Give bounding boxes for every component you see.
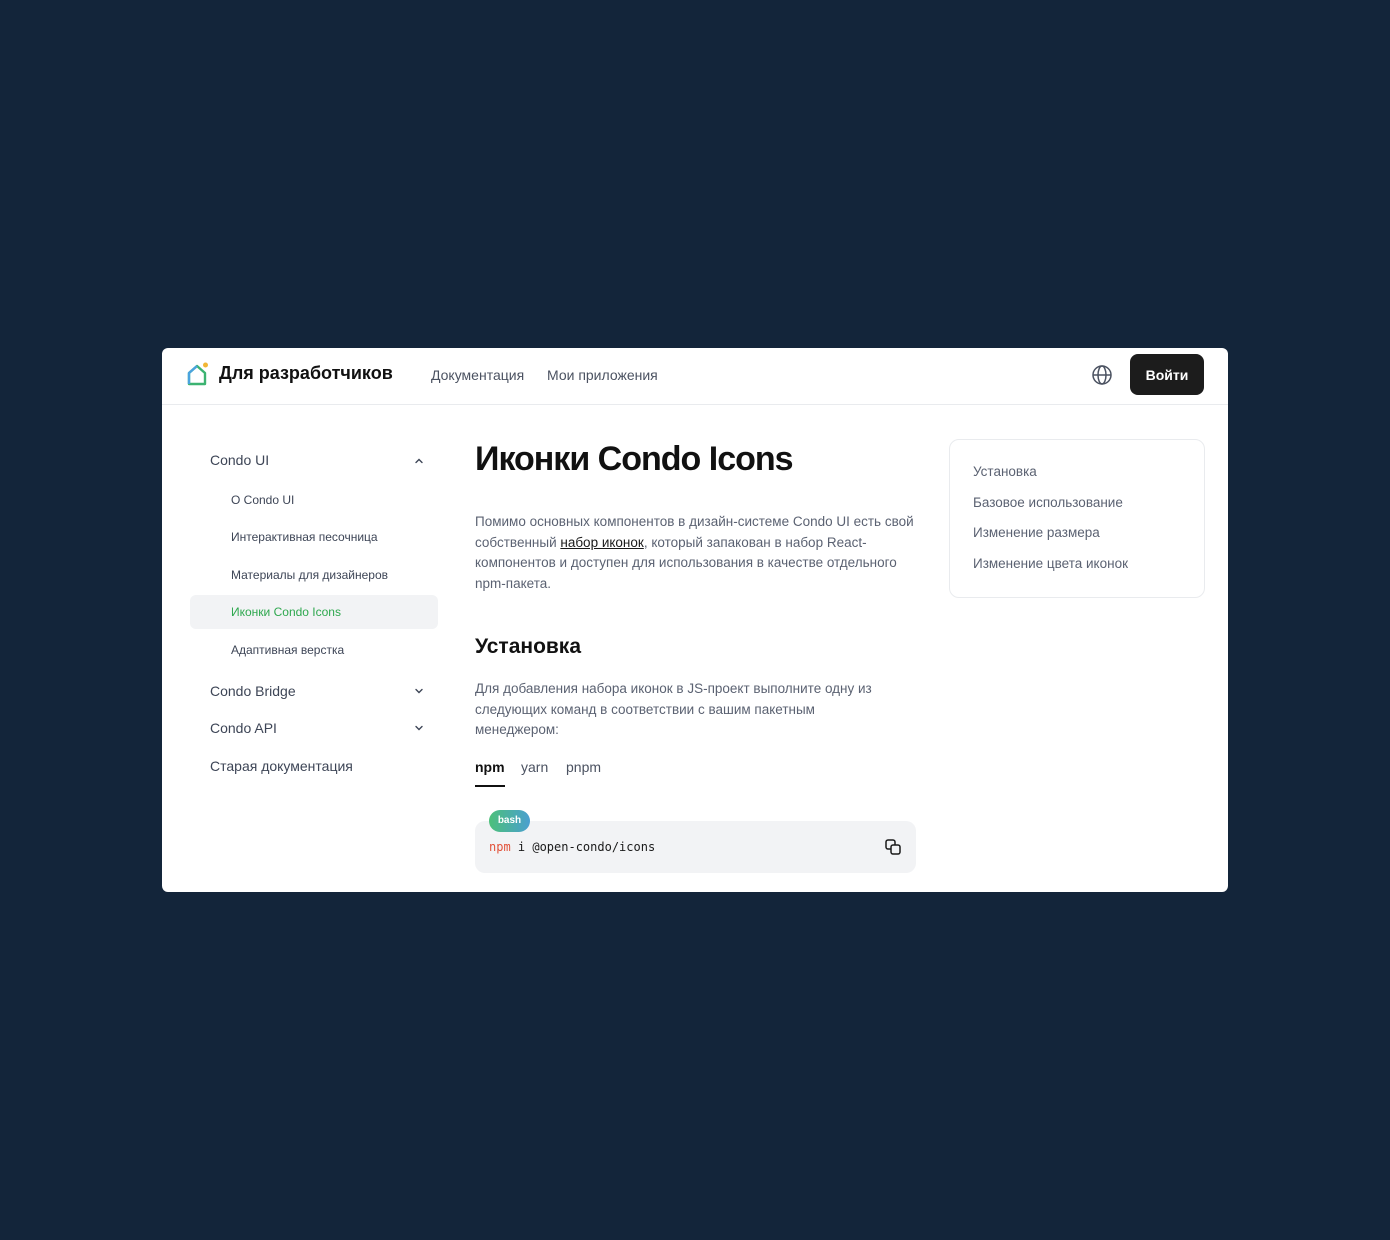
sidebar-group-condo-api[interactable]: Condo API xyxy=(210,720,277,736)
sidebar-item-label: Материалы для дизайнеров xyxy=(231,568,389,582)
active-tab-indicator xyxy=(475,785,505,787)
chevron-up-icon[interactable] xyxy=(413,455,425,467)
icon-set-link[interactable]: набор иконок xyxy=(560,535,643,550)
toc-item-basic-usage[interactable]: Базовое использование xyxy=(973,495,1123,510)
sidebar-item-adaptive-layout[interactable]: Адаптивная верстка xyxy=(190,633,438,667)
globe-icon[interactable] xyxy=(1091,364,1113,386)
code-args: i @open-condo/icons xyxy=(510,840,656,854)
table-of-contents: Установка Базовое использование Изменени… xyxy=(949,439,1205,598)
sidebar-item-about-condo-ui[interactable]: О Condo UI xyxy=(190,483,438,517)
nav-documentation[interactable]: Документация xyxy=(431,367,524,383)
code-command[interactable]: npm i @open-condo/icons xyxy=(489,840,655,854)
brand-title[interactable]: Для разработчиков xyxy=(219,363,393,384)
install-paragraph: Для добавления набора иконок в JS-проект… xyxy=(475,681,872,737)
chevron-down-icon[interactable] xyxy=(413,685,425,697)
tab-yarn[interactable]: yarn xyxy=(521,759,548,775)
app-window: Для разработчиков Документация Мои прило… xyxy=(162,348,1228,892)
sidebar-group-condo-ui[interactable]: Condo UI xyxy=(210,452,269,468)
language-badge: bash xyxy=(489,810,530,832)
sidebar-item-label: Иконки Condo Icons xyxy=(231,605,341,619)
top-header: Для разработчиков Документация Мои прило… xyxy=(162,348,1228,405)
house-logo-icon[interactable] xyxy=(186,362,208,386)
sidebar-item-designer-materials[interactable]: Материалы для дизайнеров xyxy=(190,558,438,592)
login-button[interactable]: Войти xyxy=(1130,354,1204,395)
tab-npm[interactable]: npm xyxy=(475,759,505,775)
toc-item-install[interactable]: Установка xyxy=(973,464,1037,479)
toc-item-color-change[interactable]: Изменение цвета иконок xyxy=(973,556,1128,571)
nav-my-apps[interactable]: Мои приложения xyxy=(547,367,658,383)
install-heading: Установка xyxy=(475,635,581,658)
chevron-down-icon[interactable] xyxy=(413,722,425,734)
sidebar-item-label: Интерактивная песочница xyxy=(231,530,378,544)
code-keyword: npm xyxy=(489,840,511,854)
sidebar-item-label: Адаптивная верстка xyxy=(231,643,345,657)
sidebar-item-sandbox[interactable]: Интерактивная песочница xyxy=(190,520,438,554)
sidebar-item-label: О Condo UI xyxy=(231,493,295,507)
toc-item-resize[interactable]: Изменение размера xyxy=(973,525,1100,540)
copy-icon[interactable] xyxy=(884,838,902,856)
intro-paragraph: Помимо основных компонентов в дизайн-сис… xyxy=(475,512,920,594)
sidebar-group-old-docs[interactable]: Старая документация xyxy=(210,758,353,774)
sidebar-item-condo-icons[interactable]: Иконки Condo Icons xyxy=(190,595,438,629)
page-title: Иконки Condo Icons xyxy=(475,440,794,478)
tab-pnpm[interactable]: pnpm xyxy=(566,759,601,775)
sidebar-group-condo-bridge[interactable]: Condo Bridge xyxy=(210,683,296,699)
